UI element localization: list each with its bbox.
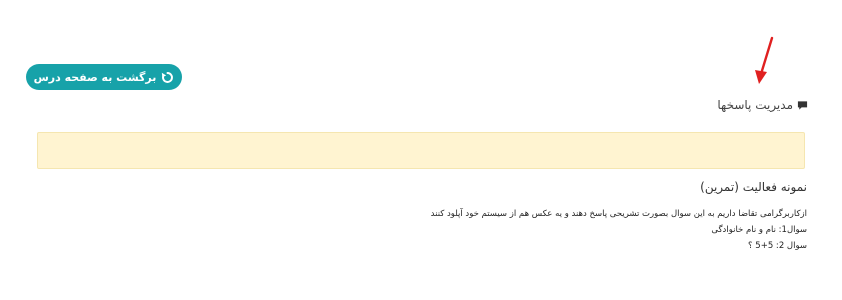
activity-line: ازکاربرگرامی تقاضا داریم به این سوال بصو… [430, 209, 807, 219]
refresh-icon [161, 71, 174, 84]
red-arrow-icon [755, 36, 774, 84]
alert-box [37, 132, 805, 169]
back-button-label: برگشت به صفحه درس [33, 70, 157, 84]
activity-title: نمونه فعالیت (تمرین) [700, 180, 807, 194]
activity-line: سوال 2: 5+5 ؟ [748, 241, 807, 251]
activity-line: سوال1: نام و نام خانوادگی [711, 225, 807, 235]
manage-answers-label: مدیریت پاسخها [717, 98, 793, 112]
manage-answers-header[interactable]: مدیریت پاسخها [717, 98, 808, 112]
back-to-course-button[interactable]: برگشت به صفحه درس [26, 64, 182, 90]
comment-icon [797, 100, 808, 111]
activity-description: ازکاربرگرامی تقاضا داریم به این سوال بصو… [431, 206, 807, 254]
page: برگشت به صفحه درس مدیریت پاسخها نمونه فع… [0, 0, 842, 300]
